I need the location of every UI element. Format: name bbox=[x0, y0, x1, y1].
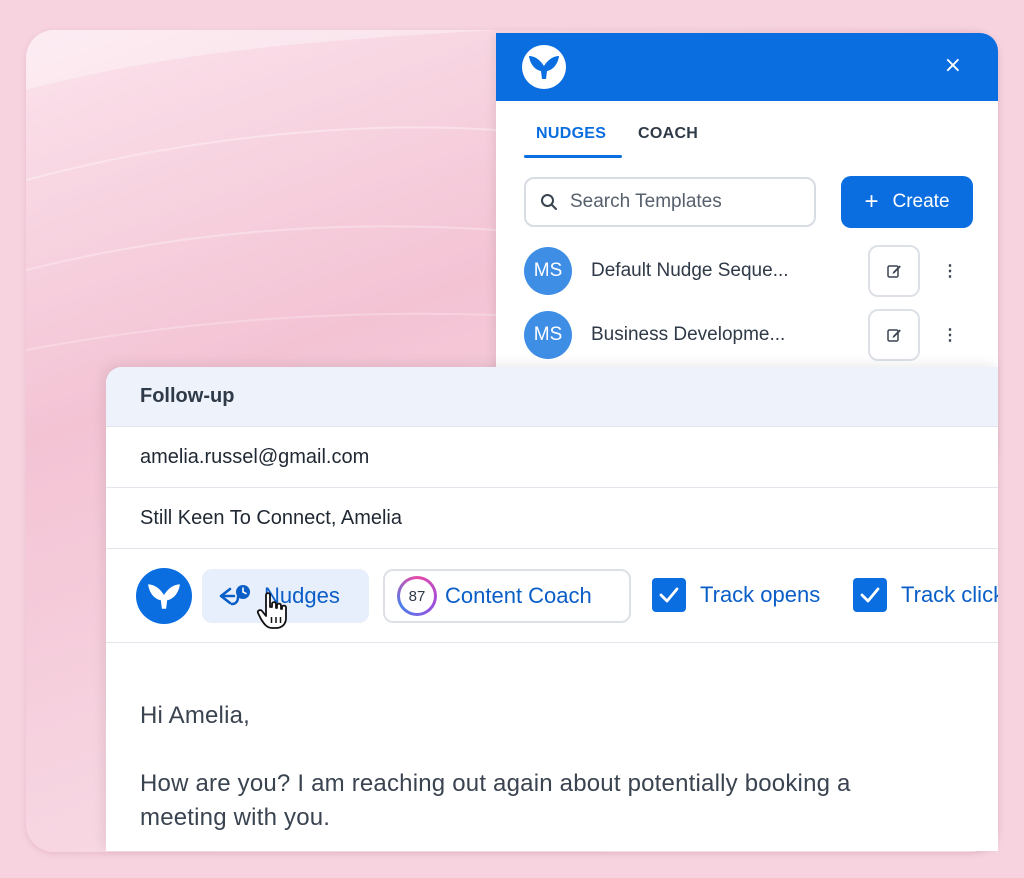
checkmark-icon bbox=[659, 587, 679, 603]
template-name: Default Nudge Seque... bbox=[591, 260, 789, 281]
template-row[interactable]: MS Business Developme... ⋮ bbox=[524, 309, 974, 361]
avatar: MS bbox=[524, 247, 572, 295]
track-opens-toggle[interactable]: Track opens bbox=[652, 578, 820, 612]
checkmark-icon bbox=[860, 587, 880, 603]
edit-template-button[interactable] bbox=[868, 245, 920, 297]
close-icon[interactable]: × bbox=[944, 53, 962, 78]
nudge-clock-icon bbox=[219, 585, 250, 606]
edit-template-button[interactable] bbox=[868, 309, 920, 361]
email-body[interactable]: Hi Amelia, How are you? I am reaching ou… bbox=[106, 643, 998, 835]
active-tab-indicator bbox=[524, 155, 622, 158]
create-button-label: Create bbox=[892, 191, 950, 212]
email-paragraph: How are you? I am reaching out again abo… bbox=[140, 770, 851, 831]
tab-nudges[interactable]: NUDGES bbox=[536, 125, 606, 143]
track-opens-label: Track opens bbox=[700, 582, 821, 607]
edit-icon bbox=[887, 329, 901, 342]
track-opens-checkbox[interactable] bbox=[652, 578, 686, 612]
panel-header: × bbox=[496, 33, 998, 101]
content-coach-button[interactable]: 87 Content Coach bbox=[383, 569, 631, 623]
edit-icon bbox=[887, 265, 901, 278]
more-options-icon[interactable]: ⋮ bbox=[942, 325, 958, 345]
whale-tail-logo-icon[interactable] bbox=[136, 568, 192, 624]
avatar: MS bbox=[524, 311, 572, 359]
create-button[interactable]: + Create bbox=[841, 176, 973, 228]
track-clicks-toggle[interactable]: Track clicks bbox=[853, 578, 998, 612]
coach-score: 87 bbox=[400, 579, 434, 613]
search-icon bbox=[541, 194, 557, 210]
compose-title: Follow-up bbox=[106, 367, 998, 427]
whale-tail-logo-icon bbox=[522, 45, 566, 89]
compose-toolbar: Nudges 87 Content Coach Track opens Trac… bbox=[106, 549, 998, 643]
recipient-field[interactable]: amelia.russel@gmail.com bbox=[106, 427, 998, 488]
email-greeting: Hi Amelia, bbox=[140, 702, 251, 729]
compose-window: Follow-up amelia.russel@gmail.com Still … bbox=[106, 367, 998, 851]
template-row[interactable]: MS Default Nudge Seque... ⋮ bbox=[524, 245, 974, 297]
search-input[interactable]: Search Templates bbox=[524, 177, 816, 227]
plus-icon: + bbox=[864, 188, 879, 215]
hand-pointer-cursor-icon bbox=[256, 592, 287, 629]
coach-score-ring: 87 bbox=[397, 576, 437, 616]
search-placeholder: Search Templates bbox=[570, 191, 722, 212]
template-name: Business Developme... bbox=[591, 324, 786, 345]
tab-coach[interactable]: COACH bbox=[638, 125, 698, 143]
more-options-icon[interactable]: ⋮ bbox=[942, 261, 958, 281]
content-coach-label: Content Coach bbox=[445, 583, 592, 608]
panel-tabs: NUDGES COACH bbox=[496, 101, 998, 159]
track-clicks-label: Track clicks bbox=[901, 582, 998, 607]
track-clicks-checkbox[interactable] bbox=[853, 578, 887, 612]
subject-field[interactable]: Still Keen To Connect, Amelia bbox=[106, 488, 998, 549]
